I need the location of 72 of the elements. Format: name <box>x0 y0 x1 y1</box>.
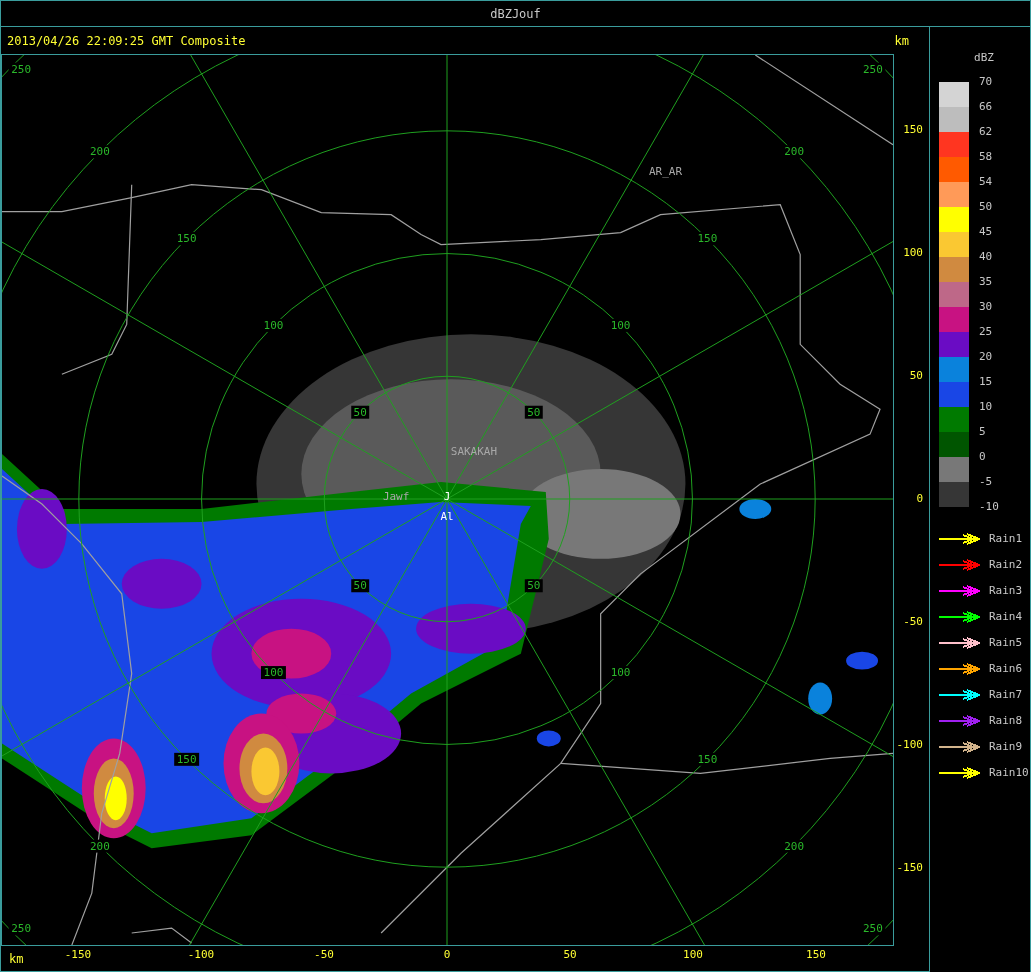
x-axis-tick-label: 50 <box>562 948 578 961</box>
scale-label: -5 <box>979 475 994 490</box>
scale-label: 10 <box>979 400 994 415</box>
range-ring-label: 100 <box>610 318 631 332</box>
scale-label: 58 <box>979 150 994 165</box>
legend-label: Rain10 <box>989 766 1029 779</box>
place-label: Al <box>440 510 454 524</box>
scale-label: 20 <box>979 350 994 365</box>
scale-label: 66 <box>979 100 994 115</box>
x-axis-tick-label: -50 <box>313 948 335 961</box>
scale-label: 35 <box>979 275 994 290</box>
range-ring-label: 200 <box>90 839 110 853</box>
legend-title: dBZ <box>974 51 994 64</box>
y-axis-tick-label: 50 <box>909 369 923 382</box>
range-ring-label: 250 <box>11 62 31 76</box>
scale-label: 50 <box>979 200 994 215</box>
y-axis-tick-label: 150 <box>903 123 923 136</box>
scale-label: 54 <box>979 175 994 190</box>
y-axis-tick-label: -100 <box>896 738 923 751</box>
legend-label: Rain4 <box>989 610 1023 623</box>
x-axis-tick-label: -100 <box>186 948 216 961</box>
range-ring-label: 50 <box>353 579 367 593</box>
range-ring-label: 50 <box>527 405 541 419</box>
legend-label: Rain1 <box>989 532 1023 545</box>
scale-label: 0 <box>979 450 987 465</box>
scale-label: 5 <box>979 425 987 440</box>
legend-label: Rain9 <box>989 740 1023 753</box>
range-ring-label: 100 <box>263 666 284 680</box>
legend-label: Rain2 <box>989 558 1023 571</box>
range-ring-label: 150 <box>176 752 197 766</box>
x-axis-tick-label: 100 <box>682 948 704 961</box>
legend-label: Rain7 <box>989 688 1023 701</box>
scale-label: 40 <box>979 250 994 265</box>
scale-label: 45 <box>979 225 994 240</box>
range-ring-label: 200 <box>784 839 804 853</box>
unit-label: km <box>894 33 909 48</box>
legend-label: Rain3 <box>989 584 1023 597</box>
scale-label: 25 <box>979 325 994 340</box>
range-ring-label: 100 <box>263 318 284 332</box>
place-label: AR_AR <box>649 165 683 179</box>
y-axis-tick-label: 100 <box>903 246 923 259</box>
scale-label: 15 <box>979 375 994 390</box>
scale-label: -10 <box>979 500 999 515</box>
scale-label: 30 <box>979 300 994 315</box>
scale-label: 62 <box>979 125 994 140</box>
y-axis-tick-label: -50 <box>903 615 923 628</box>
range-ring-label: 50 <box>527 579 541 593</box>
axis-unit-label: km <box>9 952 24 966</box>
legend-label: Rain5 <box>989 636 1023 649</box>
range-ring-label: 150 <box>697 752 718 766</box>
range-ring-label: 50 <box>353 405 367 419</box>
x-axis-tick-label: 0 <box>442 948 452 961</box>
range-ring-label: 150 <box>176 232 197 246</box>
x-axis-tick-label: 150 <box>805 948 827 961</box>
place-label: J <box>443 489 451 503</box>
range-ring-label: 250 <box>863 922 883 936</box>
place-label: SAKAKAH <box>450 444 498 458</box>
range-ring-label: 250 <box>863 62 883 76</box>
window-title: dBZJouf <box>490 6 541 21</box>
y-axis-tick-label: -150 <box>896 861 923 874</box>
range-ring-label: 200 <box>784 145 804 159</box>
scale-label: 70 <box>979 75 994 90</box>
range-ring-label: 250 <box>11 922 31 936</box>
y-axis-tick-label: 0 <box>916 492 923 505</box>
range-ring-label: 200 <box>90 145 110 159</box>
legend-label: Rain6 <box>989 662 1023 675</box>
place-label: Jawf <box>382 489 410 503</box>
x-axis-tick-label: -150 <box>63 948 93 961</box>
timestamp: 2013/04/26 22:09:25 GMT Composite <box>7 33 246 48</box>
range-ring-label: 150 <box>697 232 718 246</box>
range-ring-label: 100 <box>610 666 631 680</box>
legend-label: Rain8 <box>989 714 1023 727</box>
